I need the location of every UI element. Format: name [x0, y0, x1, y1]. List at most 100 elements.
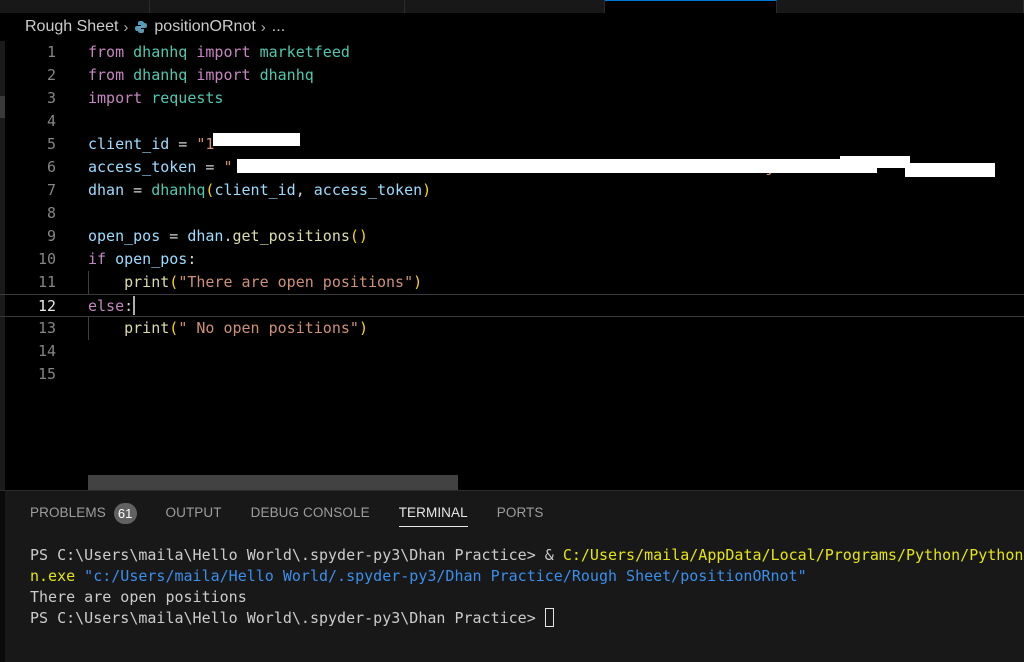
panel-tab-debug-console[interactable]: DEBUG CONSOLE: [251, 491, 370, 535]
panel-tab-ports[interactable]: PORTS: [497, 491, 544, 535]
indent-guide: [88, 271, 89, 294]
terminal-prompt: PS C:\Users\maila\Hello World\.spyder-py…: [30, 609, 545, 627]
panel-tab-label: TERMINAL: [398, 505, 468, 520]
editor-tab-active[interactable]: [605, 0, 777, 13]
problems-count-badge: 61: [113, 502, 137, 524]
code-line[interactable]: 5client_id = "1 ": [0, 133, 1024, 156]
terminal-line: PS C:\Users\maila\Hello World\.spyder-py…: [30, 545, 1024, 566]
panel-left-rail: [0, 491, 5, 662]
terminal-output: There are open positions: [30, 588, 247, 606]
line-number: 13: [37, 319, 56, 337]
redaction-mark: [840, 156, 910, 168]
redaction-mark: [237, 159, 877, 173]
bottom-panel: PROBLEMS 61 OUTPUT DEBUG CONSOLE TERMINAL POR…: [0, 490, 1024, 662]
code-line[interactable]: 4: [0, 110, 1024, 133]
code-token: (: [169, 319, 179, 337]
code-line[interactable]: 2 from dhanhq import dhanhq: [0, 64, 1024, 87]
line-number: 10: [37, 250, 56, 268]
code-token: marketfeed: [259, 43, 350, 61]
code-token: import: [196, 66, 260, 84]
code-token: =: [160, 227, 188, 245]
code-line[interactable]: 9 open_pos = dhan.get_positions(): [0, 225, 1024, 248]
code-text: print("There are open positions"): [88, 271, 422, 294]
code-token: client_id: [88, 135, 170, 153]
panel-tab-output[interactable]: OUTPUT: [166, 491, 222, 535]
code-token: client_id: [214, 181, 296, 199]
code-token: requests: [151, 89, 224, 107]
code-token: "There are open positions": [178, 273, 414, 291]
editor-tab[interactable]: [150, 0, 405, 13]
code-token: :: [187, 250, 197, 268]
horizontal-scrollbar[interactable]: [88, 475, 458, 490]
code-token: dhanhq: [151, 181, 206, 199]
terminal-cursor: [544, 608, 554, 627]
line-number: 8: [46, 204, 56, 222]
line-number: 1: [46, 43, 56, 61]
code-token: dhanhq: [133, 66, 197, 84]
line-number: 12: [37, 297, 56, 315]
editor-tab[interactable]: [0, 0, 150, 13]
code-token: print: [124, 273, 170, 291]
code-token: ): [358, 319, 368, 337]
line-number: 15: [37, 365, 56, 383]
code-text: import requests: [88, 87, 223, 110]
terminal-line: PS C:\Users\maila\Hello World\.spyder-py…: [30, 608, 1024, 629]
code-token: open_pos: [88, 227, 161, 245]
chevron-right-icon: ›: [123, 18, 129, 36]
editor-tab[interactable]: [405, 0, 605, 13]
line-number: 7: [46, 181, 56, 199]
code-token: print: [124, 319, 170, 337]
code-text: dhan = dhanhq(client_id, access_token): [88, 179, 431, 202]
panel-tabs: PROBLEMS 61 OUTPUT DEBUG CONSOLE TERMINAL POR…: [30, 491, 573, 535]
editor-tab[interactable]: [777, 0, 1024, 13]
code-token: " No open positions": [178, 319, 359, 337]
code-token: =: [124, 181, 152, 199]
panel-tab-label: DEBUG CONSOLE: [250, 505, 370, 520]
code-text: from dhanhq import dhanhq: [88, 64, 314, 87]
line-number: 4: [46, 112, 56, 130]
panel-tab-problems[interactable]: PROBLEMS 61: [30, 491, 137, 535]
code-line[interactable]: 1 from dhanhq import marketfeed: [0, 41, 1024, 64]
code-token: ,: [295, 181, 314, 199]
code-text: from dhanhq import marketfeed: [88, 41, 350, 64]
code-token: dhan: [187, 227, 224, 245]
chevron-right-icon: ›: [260, 18, 266, 36]
code-line[interactable]: 8: [0, 202, 1024, 225]
line-number: 9: [46, 227, 56, 245]
code-token: dhanhq: [259, 66, 314, 84]
code-token: access_token: [313, 181, 423, 199]
code-line[interactable]: 3 import requests: [0, 87, 1024, 110]
code-editor[interactable]: 1 from dhanhq import marketfeed 2 from dhan…: [0, 41, 1024, 490]
breadcrumb-file[interactable]: positionORnot: [154, 18, 255, 36]
breadcrumb-folder[interactable]: Rough Sheet: [25, 18, 118, 36]
terminal-prompt: PS C:\Users\maila\Hello World\.spyder-py…: [30, 546, 545, 564]
terminal-exe-path: C:/Users/maila/AppData/Local/Programs/Py…: [562, 546, 1024, 564]
code-token: access_token: [88, 158, 197, 176]
terminal[interactable]: PS C:\Users\maila\Hello World\.spyder-py…: [30, 545, 1024, 629]
code-token: else: [88, 297, 125, 315]
code-text: if open_pos:: [88, 248, 196, 271]
code-line[interactable]: 15: [0, 363, 1024, 386]
code-line[interactable]: 11 print("There are open positions"): [0, 271, 1024, 294]
code-line[interactable]: 7 dhan = dhanhq(client_id, access_token): [0, 179, 1024, 202]
panel-tab-label: OUTPUT: [165, 505, 222, 520]
breadcrumb-symbols[interactable]: ...: [272, 18, 285, 36]
terminal-line: n.exe "c:/Users/maila/Hello World/.spyde…: [30, 566, 1024, 587]
line-number: 5: [46, 135, 56, 153]
code-token: :: [124, 297, 134, 315]
panel-tab-terminal[interactable]: TERMINAL: [398, 491, 468, 535]
code-line[interactable]: 13 print(" No open positions"): [0, 317, 1024, 340]
line-number: 3: [46, 89, 56, 107]
code-line[interactable]: 14: [0, 340, 1024, 363]
code-line[interactable]: 12 else:: [0, 294, 1024, 317]
python-file-icon: [134, 20, 148, 34]
line-number: 14: [37, 342, 56, 360]
panel-tab-label: PORTS: [496, 505, 544, 520]
code-text: print(" No open positions"): [88, 317, 368, 340]
code-line[interactable]: 10 if open_pos:: [0, 248, 1024, 271]
code-token: =: [169, 135, 197, 153]
code-token: import: [88, 89, 152, 107]
code-token: dhan: [88, 181, 125, 199]
